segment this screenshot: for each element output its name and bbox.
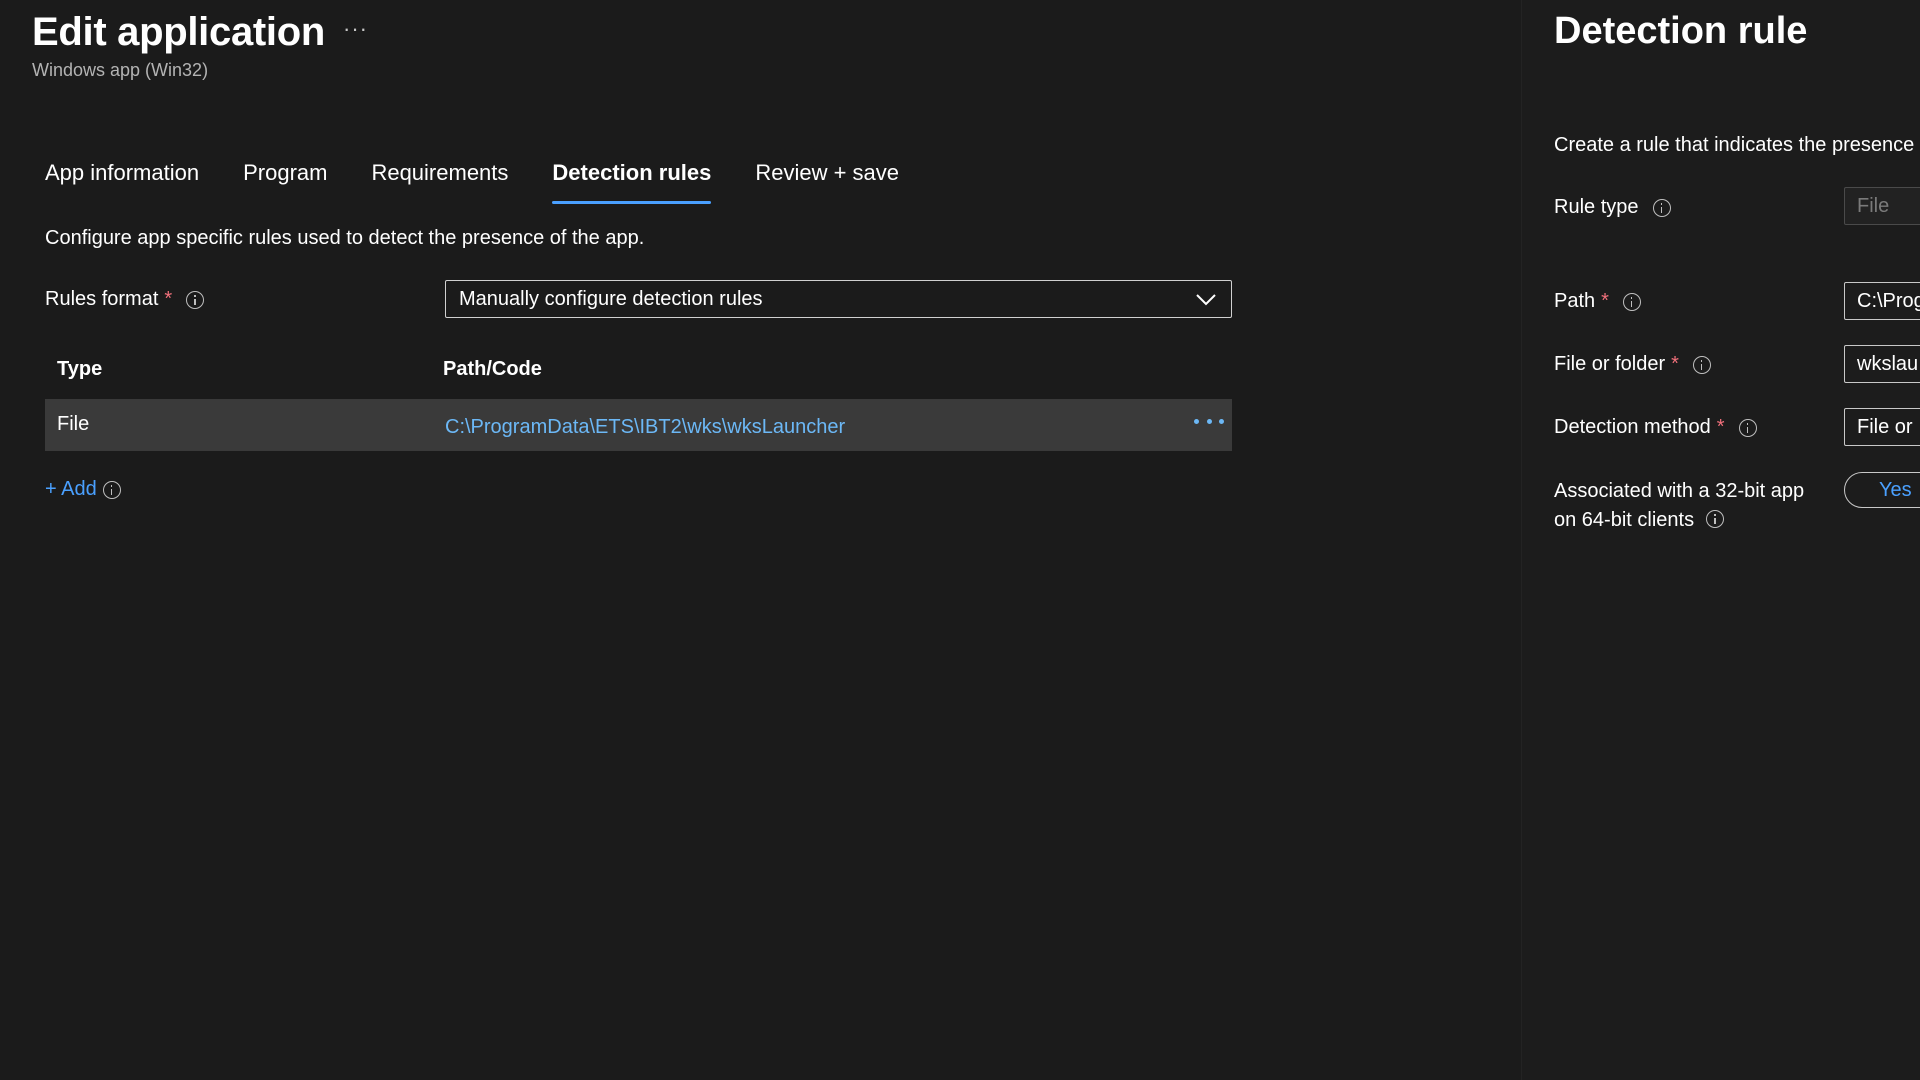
info-icon[interactable] — [1706, 510, 1725, 528]
rule-type-select[interactable]: File — [1844, 187, 1920, 225]
info-icon[interactable] — [1622, 292, 1641, 311]
path-input[interactable]: C:\Prog — [1844, 282, 1920, 320]
add-rule-button[interactable]: + Add — [45, 478, 121, 501]
row-more-options-icon[interactable] — [1194, 411, 1224, 431]
file-or-folder-label-text: File or folder — [1554, 353, 1666, 375]
page-title: Edit application — [32, 10, 325, 54]
detection-method-label-text: Detection method — [1554, 416, 1711, 438]
required-marker: * — [1716, 416, 1725, 438]
associated-32bit-label: Associated with a 32-bit app on 64-bit c… — [1554, 477, 1804, 535]
edit-application-pane: Edit application ··· Windows app (Win32)… — [0, 0, 1520, 1080]
row-type-cell: File — [57, 413, 90, 435]
associated-32bit-label-line1: Associated with a 32-bit app — [1554, 480, 1805, 502]
info-icon[interactable] — [186, 290, 205, 309]
rules-format-label: Rules format * — [45, 288, 205, 311]
info-icon[interactable] — [1692, 355, 1711, 374]
page-subtitle: Windows app (Win32) — [32, 60, 209, 80]
more-options-icon[interactable]: ··· — [343, 16, 368, 42]
required-marker: * — [1601, 290, 1609, 312]
required-marker: * — [164, 288, 173, 310]
info-icon[interactable] — [102, 480, 121, 499]
tab-bar: App information Program Requirements Det… — [45, 160, 943, 204]
row-path-link[interactable]: C:\ProgramData\ETS\IBT2\wks\wksLauncher — [445, 416, 845, 439]
tab-requirements[interactable]: Requirements — [371, 160, 508, 204]
column-header-type: Type — [57, 358, 103, 380]
associated-32bit-label-line2-wrap: on 64-bit clients — [1554, 506, 1804, 535]
panel-title: Detection rule — [1554, 10, 1808, 52]
column-header-path: Path/Code — [443, 358, 542, 380]
info-icon[interactable] — [1738, 418, 1757, 437]
tab-program[interactable]: Program — [243, 160, 327, 204]
associated-32bit-toggle[interactable]: Yes — [1844, 472, 1920, 508]
chevron-down-icon — [1196, 294, 1216, 306]
detection-method-label: Detection method * — [1554, 416, 1757, 439]
tab-detection-rules[interactable]: Detection rules — [552, 160, 711, 204]
rule-type-label-text: Rule type — [1554, 196, 1639, 218]
rules-format-value: Manually configure detection rules — [459, 287, 763, 310]
add-rule-label: + Add — [45, 478, 97, 500]
rule-type-label: Rule type — [1554, 196, 1671, 219]
tab-app-information[interactable]: App information — [45, 160, 199, 204]
detection-rule-panel: Detection rule Create a rule that indica… — [1521, 0, 1920, 1080]
table-row[interactable]: File C:\ProgramData\ETS\IBT2\wks\wksLaun… — [45, 399, 1232, 451]
rules-format-dropdown[interactable]: Manually configure detection rules — [445, 280, 1232, 318]
file-or-folder-input[interactable]: wkslau — [1844, 345, 1920, 383]
file-or-folder-label: File or folder * — [1554, 353, 1711, 376]
associated-32bit-label-line2: on 64-bit clients — [1554, 509, 1695, 531]
required-marker: * — [1671, 353, 1679, 375]
rules-format-label-text: Rules format — [45, 288, 159, 310]
info-icon[interactable] — [1652, 198, 1671, 217]
panel-description: Create a rule that indicates the presenc… — [1554, 134, 1915, 156]
detection-description: Configure app specific rules used to det… — [45, 227, 645, 249]
tab-review-save[interactable]: Review + save — [755, 160, 899, 204]
path-label: Path * — [1554, 290, 1641, 313]
path-label-text: Path — [1554, 290, 1596, 312]
detection-method-select[interactable]: File or — [1844, 408, 1920, 446]
